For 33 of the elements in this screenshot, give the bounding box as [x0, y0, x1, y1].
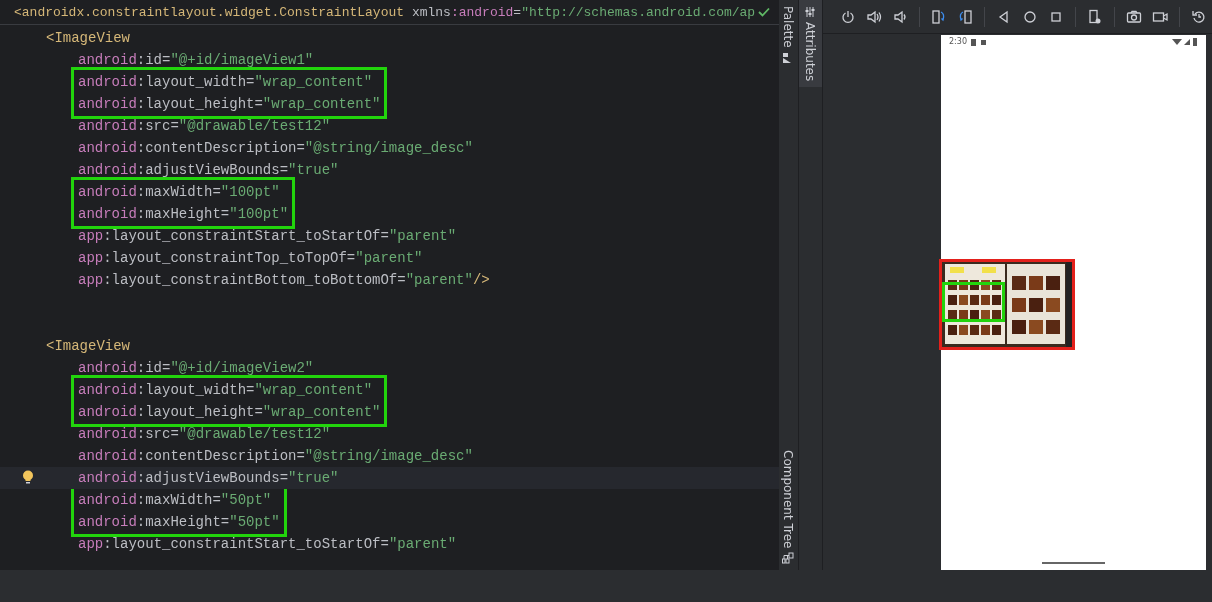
code-line: android:id="@+id/imageView2" — [78, 359, 314, 378]
code-line: android:layout_height="wrap_content" — [78, 95, 381, 114]
code-line: app:layout_constraintStart_toStartOf="parent" — [78, 535, 457, 554]
lightbulb-icon — [22, 470, 34, 485]
check-icon — [758, 7, 771, 17]
code-line: android:maxWidth="100pt" — [78, 183, 280, 202]
code-line: app:layout_constraintStart_toStartOf="parent" — [78, 227, 457, 246]
status-time: 2:30 — [949, 36, 967, 48]
code-line: android:adjustViewBounds="true" — [78, 469, 339, 488]
status-icons — [1172, 38, 1198, 46]
code-line: android:maxHeight="100pt" — [78, 205, 289, 224]
code-line: <androidx.constraintlayout.widget.ConstraintLayout xmlns:android="http://schemas.android.com/ap — [14, 3, 756, 22]
code-line: app:layout_constraintTop_toTopOf="parent" — [78, 249, 423, 268]
code-line: app:layout_constraintBottom_toBottomOf="parent"/> — [78, 271, 490, 290]
code-line: android:maxWidth="50pt" — [78, 491, 272, 510]
code-line: android:id="@+id/imageView1" — [78, 51, 314, 70]
code-line: android:layout_width="wrap_content" — [78, 73, 373, 92]
code-line: android:src="@drawable/test12" — [78, 117, 331, 136]
notification-icons — [970, 38, 987, 46]
code-line: android:adjustViewBounds="true" — [78, 161, 339, 180]
side-tab[interactable]: Palette — [779, 0, 798, 70]
side-tab[interactable]: Attributes — [798, 0, 822, 88]
code-line: <ImageView — [46, 337, 130, 356]
code-line: <ImageView — [46, 29, 130, 48]
side-tab[interactable]: Component Tree — [779, 443, 798, 570]
tree-icon — [782, 552, 795, 564]
code-line: android:maxHeight="50pt" — [78, 513, 280, 532]
code-line: android:layout_height="wrap_content" — [78, 403, 381, 422]
code-line: android:src="@drawable/test12" — [78, 425, 331, 444]
code-line: android:contentDescription="@string/image_desc" — [78, 139, 473, 158]
code-line: android:layout_width="wrap_content" — [78, 381, 373, 400]
code-line: android:contentDescription="@string/image_desc" — [78, 447, 473, 466]
sliders-icon — [804, 6, 817, 18]
